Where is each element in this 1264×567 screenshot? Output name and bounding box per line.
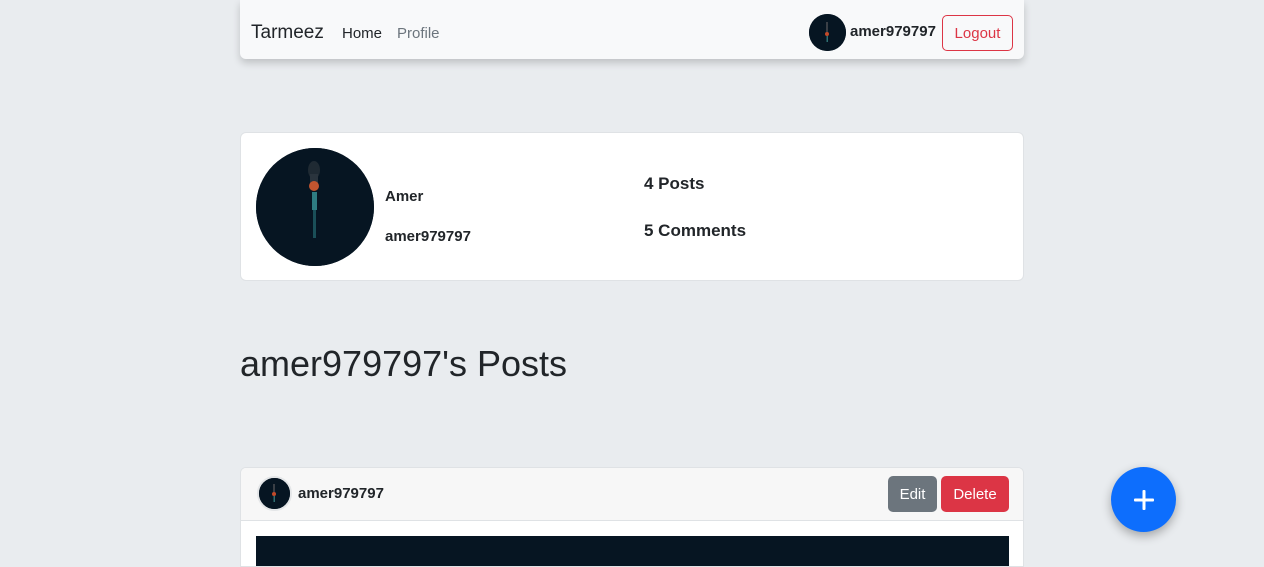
post-avatar-photo: [259, 478, 290, 509]
navbar: Tarmeez Home Profile amer979797 Logout: [240, 0, 1024, 59]
post-header: amer979797 Edit Delete: [241, 468, 1023, 521]
profile-name: Amer: [385, 188, 424, 205]
navbar-brand[interactable]: Tarmeez: [251, 22, 324, 44]
page-title: amer979797's Posts: [240, 343, 568, 384]
delete-post-button[interactable]: Delete: [941, 476, 1009, 512]
add-post-button[interactable]: [1111, 467, 1176, 532]
profile-username: amer979797: [385, 228, 471, 245]
profile-photo: [256, 148, 374, 266]
posts-count: 4 Posts: [644, 174, 705, 193]
avatar-photo: [809, 14, 846, 51]
post-card[interactable]: amer979797 Edit Delete: [240, 467, 1024, 567]
post-username[interactable]: amer979797: [298, 485, 384, 502]
nav-link-home[interactable]: Home: [342, 25, 382, 42]
profile-card: Amer amer979797 4 Posts 5 Comments: [240, 132, 1024, 281]
profile-avatar: [256, 148, 374, 266]
navbar-username: amer979797: [850, 23, 936, 40]
post-avatar[interactable]: [257, 476, 292, 511]
nav-link-profile[interactable]: Profile: [397, 25, 440, 42]
post-image[interactable]: [256, 536, 1009, 566]
navbar-avatar[interactable]: [809, 14, 846, 51]
plus-icon: [1133, 489, 1154, 510]
comments-count: 5 Comments: [644, 221, 747, 240]
logout-button[interactable]: Logout: [942, 15, 1013, 51]
edit-post-button[interactable]: Edit: [888, 476, 937, 512]
